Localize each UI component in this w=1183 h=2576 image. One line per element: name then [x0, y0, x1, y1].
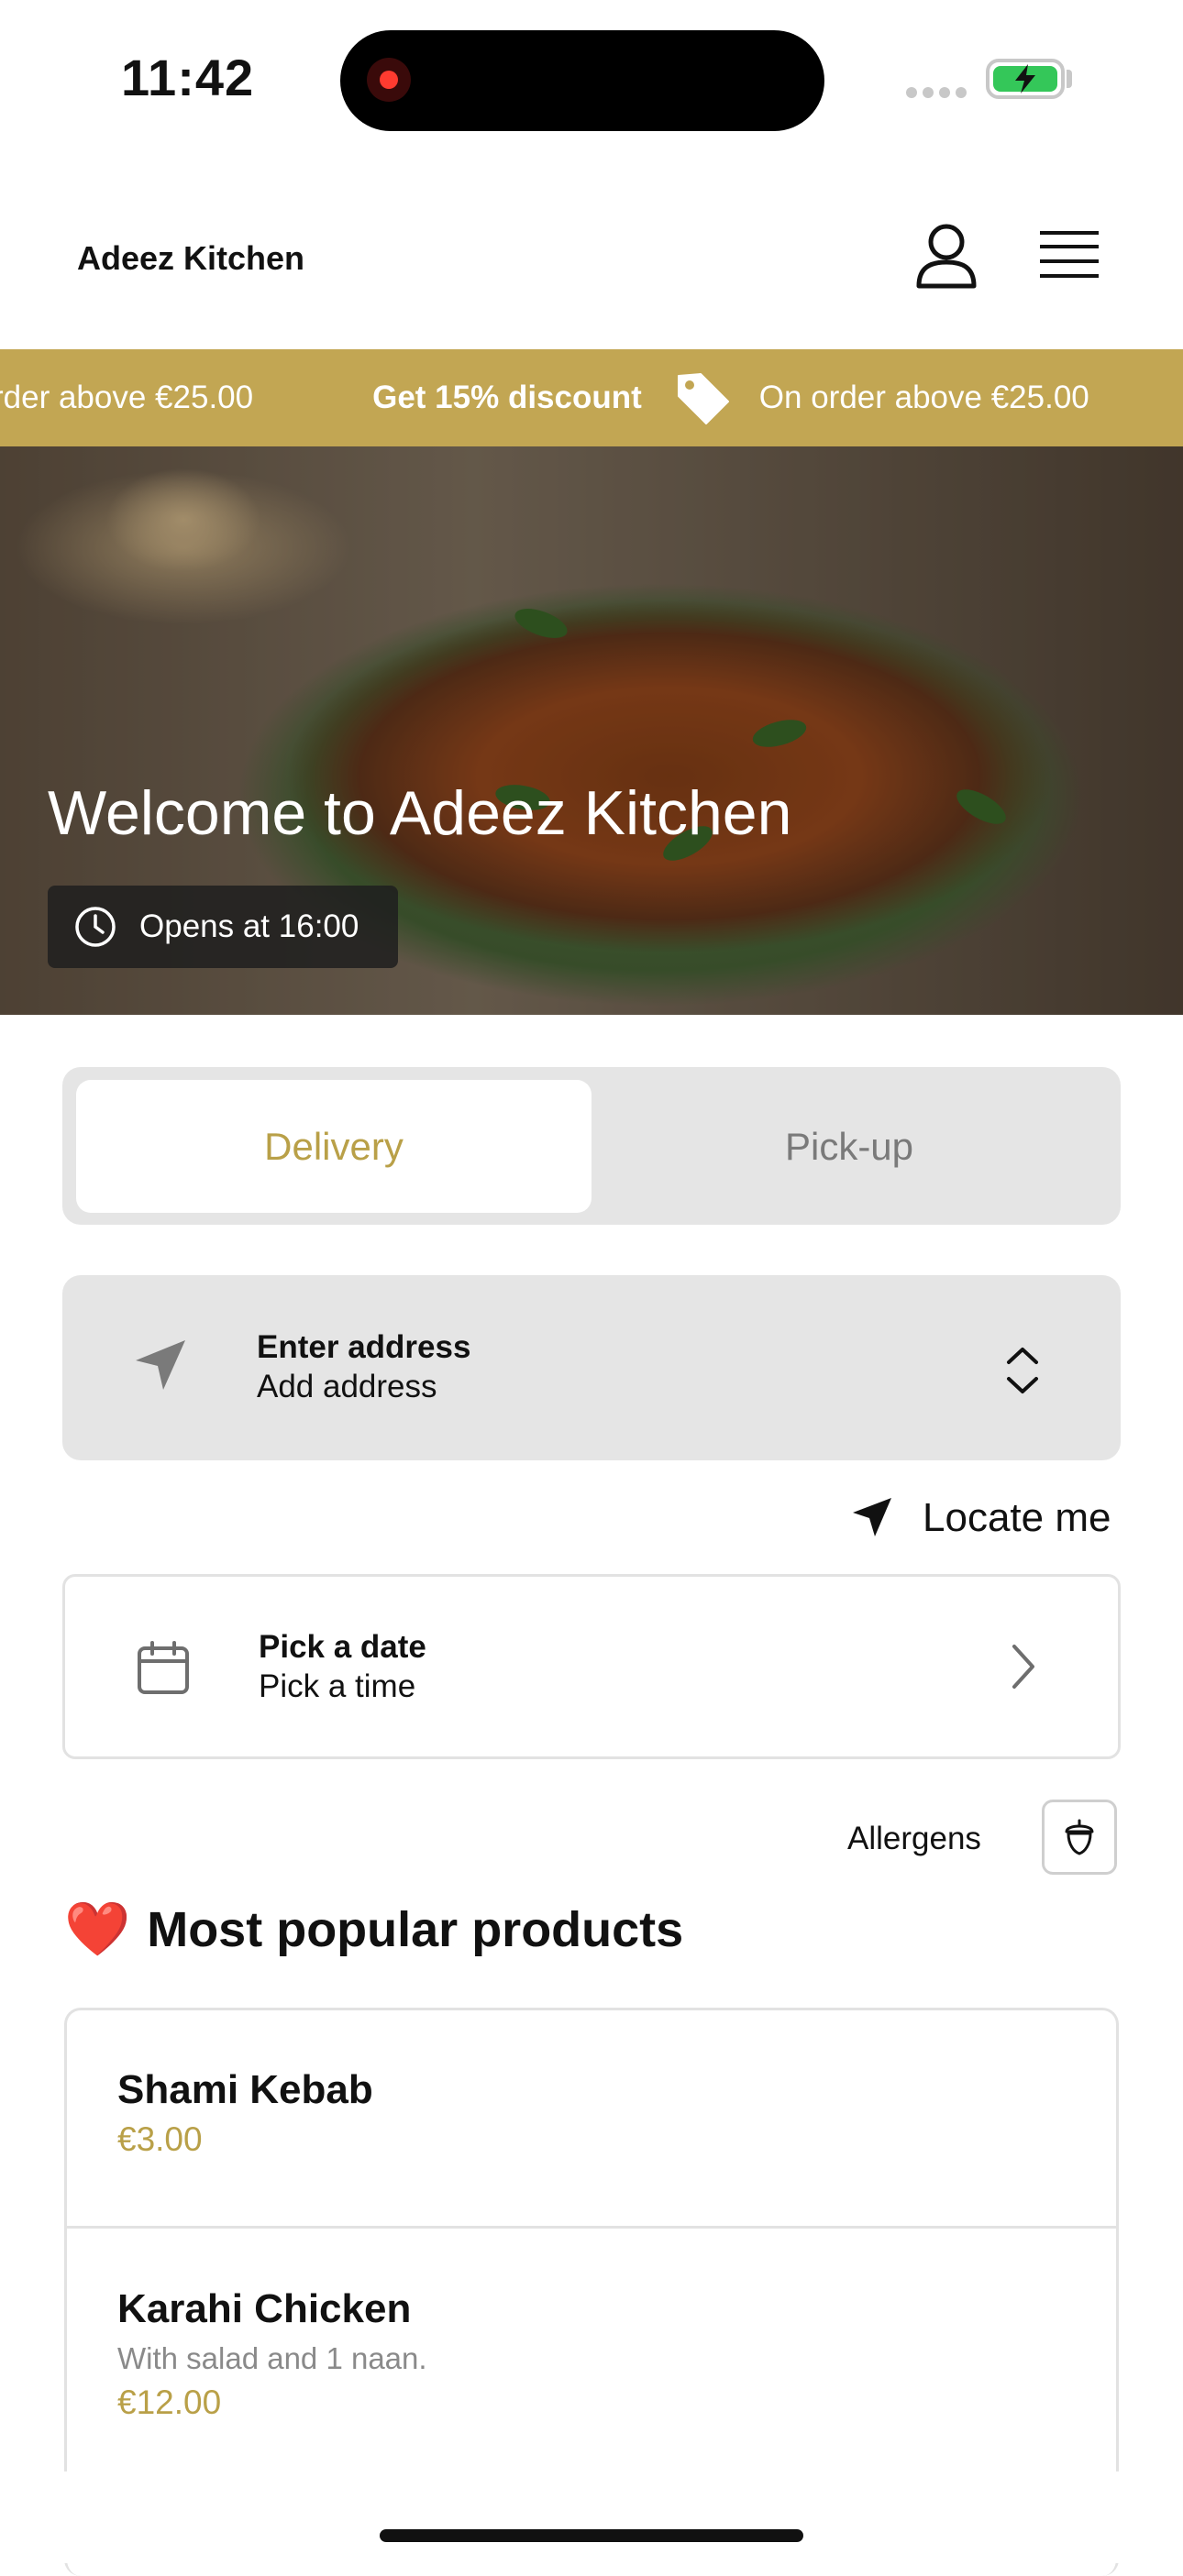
address-subtitle: Add address: [257, 1369, 437, 1404]
popular-products-title: Most popular products: [147, 1902, 684, 1957]
product-price: €3.00: [117, 2120, 203, 2158]
date-title: Pick a date: [259, 1629, 426, 1665]
navigation-arrow-icon: [136, 1340, 185, 1390]
calendar-icon: [138, 1641, 189, 1694]
banner-discount-text: Get 15% discount: [372, 380, 642, 415]
account-button[interactable]: [910, 220, 983, 293]
time-subtitle: Pick a time: [259, 1668, 416, 1704]
acorn-icon: [1065, 1819, 1094, 1855]
hamburger-menu-icon: [1040, 231, 1099, 278]
price-tag-icon: [677, 373, 729, 424]
banner-text-partial: rder above €25.00: [0, 380, 254, 415]
location-arrow-icon[interactable]: [849, 1494, 895, 1540]
home-indicator[interactable]: [380, 2529, 803, 2542]
chevron-right-icon: [1012, 1645, 1034, 1689]
product-name: Shami Kebab: [117, 2067, 373, 2112]
allergens-label: Allergens: [847, 1821, 981, 1856]
menu-button[interactable]: [1036, 227, 1102, 284]
tab-delivery[interactable]: Delivery: [76, 1080, 592, 1213]
cellular-signal-icon: [906, 86, 972, 103]
address-selector[interactable]: [62, 1275, 1121, 1460]
opening-hours-badge: Opens at 16:00: [48, 886, 398, 968]
tab-pickup[interactable]: Pick-up: [592, 1080, 1107, 1213]
locate-me-button[interactable]: Locate me: [923, 1495, 1111, 1541]
popular-products-heading: ❤️ Most popular products: [64, 1899, 683, 1961]
product-card[interactable]: Shami Kebab €3.00: [117, 2067, 373, 2159]
chevron-up-down-icon: [1007, 1348, 1038, 1393]
heart-icon: ❤️: [64, 1899, 131, 1959]
date-time-picker[interactable]: [62, 1574, 1121, 1759]
brand-name[interactable]: Adeez Kitchen: [77, 239, 304, 278]
battery-icon: [986, 59, 1065, 99]
hero-title: Welcome to Adeez Kitchen: [48, 778, 792, 848]
allergens-button[interactable]: [1042, 1800, 1117, 1875]
clock-icon: [75, 907, 116, 947]
product-description: With salad and 1 naan.: [117, 2341, 427, 2375]
address-title: Enter address: [257, 1329, 471, 1365]
battery-cap: [1067, 70, 1072, 88]
product-divider: [66, 2226, 1117, 2229]
product-price: €12.00: [117, 2383, 222, 2421]
user-icon: [916, 224, 977, 289]
product-name: Karahi Chicken: [117, 2286, 412, 2331]
recording-indicator-icon: [367, 58, 411, 102]
dynamic-island: [340, 30, 824, 131]
product-card[interactable]: Karahi Chicken With salad and 1 naan. €1…: [117, 2286, 427, 2422]
opening-hours-text: Opens at 16:00: [139, 908, 359, 944]
home-indicator-area: [0, 2471, 1183, 2563]
status-time: 11:42: [121, 49, 255, 106]
promo-banner: rder above €25.00 Get 15% discount On or…: [0, 349, 1183, 446]
banner-condition-text: On order above €25.00: [758, 380, 1089, 415]
